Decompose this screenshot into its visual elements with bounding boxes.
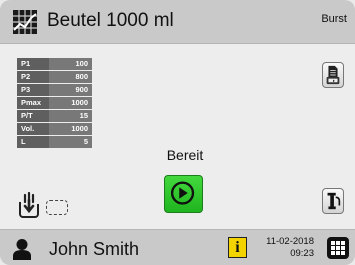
- status-text: Bereit: [166, 147, 204, 163]
- param-value: 1000: [49, 123, 92, 135]
- bag-placeholder-icon: [46, 200, 68, 215]
- param-key: L: [21, 137, 26, 146]
- screen: Beutel 1000 ml Burst P1 100 P2 800 P3 900 P…: [0, 0, 355, 265]
- param-row: P/T 15: [17, 110, 92, 122]
- mode-label: Burst: [321, 13, 347, 25]
- report-button[interactable]: [322, 62, 344, 88]
- param-value: 15: [49, 110, 92, 122]
- pump-button[interactable]: [322, 188, 344, 214]
- param-key: Vol.: [21, 124, 35, 133]
- param-value: 800: [49, 71, 92, 83]
- param-value: 900: [49, 84, 92, 96]
- param-key: P2: [21, 72, 31, 81]
- user-icon: [13, 239, 31, 260]
- info-button[interactable]: i: [228, 237, 247, 258]
- param-value: 1000: [49, 97, 92, 109]
- grid-menu-icon: [331, 241, 345, 255]
- date-text: 11-02-2018: [266, 236, 314, 247]
- param-row: Pmax 1000: [17, 97, 92, 109]
- param-value: 100: [49, 58, 92, 70]
- param-key: P3: [21, 85, 31, 94]
- param-row: Vol. 1000: [17, 123, 92, 135]
- play-icon: [170, 181, 195, 205]
- user-name: John Smith: [49, 239, 140, 259]
- start-button[interactable]: [164, 175, 203, 213]
- param-row: L5: [17, 136, 92, 148]
- param-key: P/T: [21, 111, 33, 120]
- program-grid-icon: [13, 10, 37, 34]
- program-title: Beutel 1000 ml: [47, 10, 174, 31]
- document-icon: [326, 65, 340, 85]
- header-bar: Beutel 1000 ml Burst: [0, 0, 355, 44]
- param-row: P3 900: [17, 84, 92, 96]
- param-key: Pmax: [21, 98, 42, 107]
- parameter-table: P1 100 P2 800 P3 900 Pmax 1000 P/T 15 Vol. 100…: [17, 58, 92, 149]
- pump-icon: [327, 192, 341, 210]
- param-key: P1: [21, 59, 31, 68]
- time-text: 09:23: [290, 248, 314, 259]
- param-value: 5: [49, 136, 92, 148]
- menu-button[interactable]: [327, 237, 349, 259]
- param-row: P1 100: [17, 58, 92, 70]
- param-row: P2 800: [17, 71, 92, 83]
- footer-bar: John Smith i 11-02-2018 09:23: [0, 229, 355, 265]
- hand-lower-icon[interactable]: [17, 190, 43, 218]
- datetime: 11-02-2018 09:23: [258, 236, 314, 260]
